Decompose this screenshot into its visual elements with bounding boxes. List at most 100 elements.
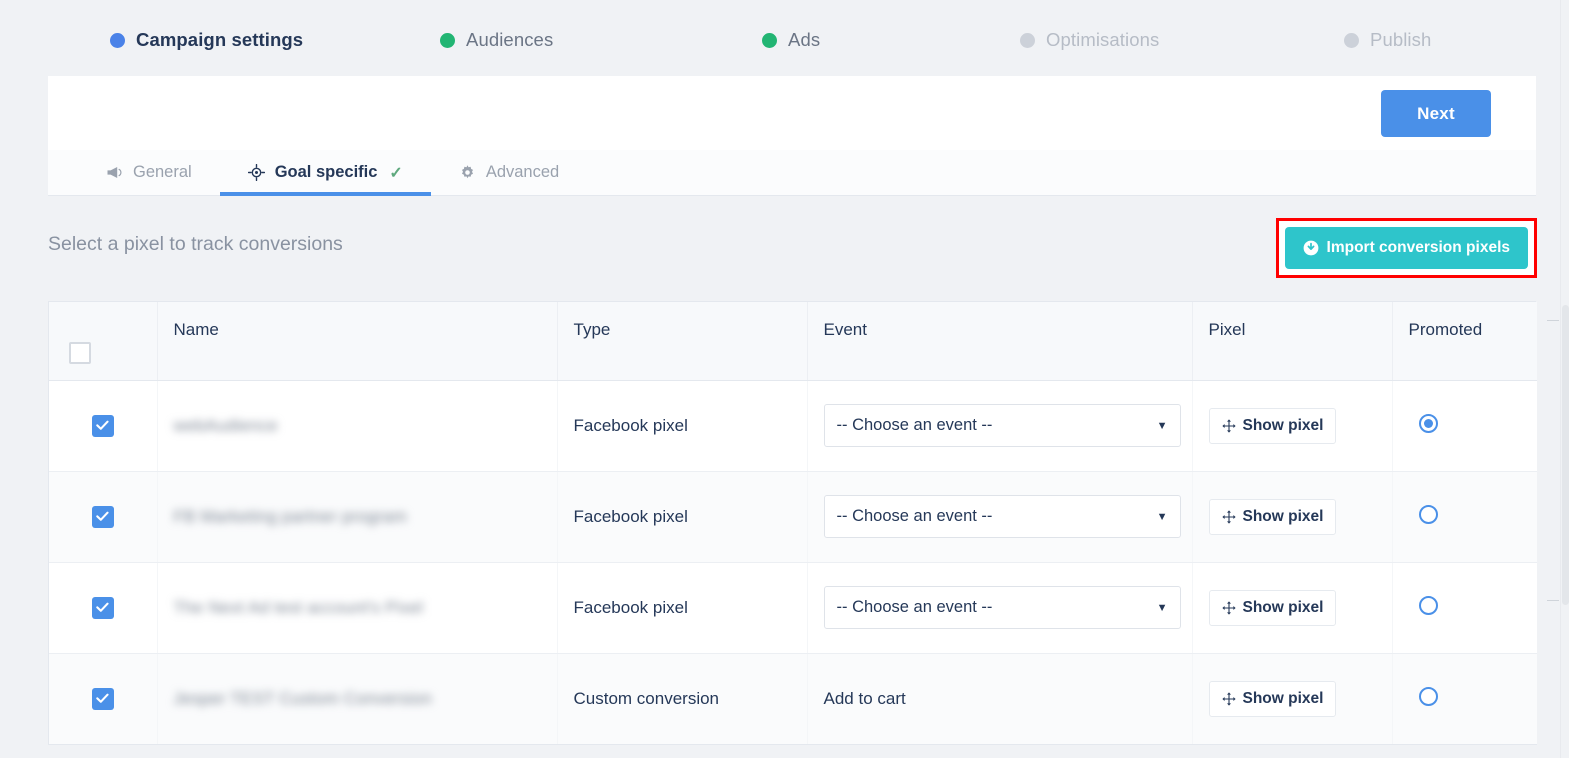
row-type-cell: Facebook pixel <box>557 380 807 471</box>
stepper-item-label: Optimisations <box>1046 29 1159 51</box>
show-pixel-button[interactable]: Show pixel <box>1209 499 1337 535</box>
table-row: FB Marketing partner program Facebook pix… <box>49 471 1537 562</box>
table-row: The Next Ad test account's Pixel Facebook… <box>49 562 1537 653</box>
header-select-all <box>49 302 157 380</box>
step-dot-icon <box>1020 33 1035 48</box>
tab-label: General <box>133 163 192 182</box>
header-name: Name <box>157 302 557 380</box>
row-checkbox[interactable] <box>92 688 114 710</box>
scrollbar-thumb[interactable] <box>1562 305 1569 605</box>
row-name-cell: The Next Ad test account's Pixel <box>157 562 557 653</box>
page-scrollbar[interactable] <box>1560 0 1569 758</box>
stepper-item-campaign-settings[interactable]: Campaign settings <box>110 29 303 51</box>
tab-label: Goal specific <box>275 163 378 182</box>
row-checkbox[interactable] <box>92 415 114 437</box>
page-title: Select a pixel to track conversions <box>48 233 343 256</box>
chevron-down-icon: ▼ <box>1157 602 1168 614</box>
pixel-name: FB Marketing partner program <box>174 507 407 527</box>
stepper-item-label: Ads <box>788 29 820 51</box>
stepper-item-optimisations[interactable]: Optimisations <box>1020 29 1159 51</box>
scroll-tick-upper <box>1547 320 1559 321</box>
import-button-label: Import conversion pixels <box>1327 239 1510 257</box>
show-pixel-button[interactable]: Show pixel <box>1209 681 1337 717</box>
row-pixel-cell: Show pixel <box>1192 471 1392 562</box>
header-event: Event <box>807 302 1192 380</box>
tab-label: Advanced <box>486 163 559 182</box>
pixel-name: webAudience <box>174 416 278 436</box>
header-type: Type <box>557 302 807 380</box>
tab-general[interactable]: General <box>78 150 220 195</box>
row-select-cell <box>49 562 157 653</box>
step-dot-icon <box>762 33 777 48</box>
row-event-cell: -- Choose an event --▼ <box>807 380 1192 471</box>
row-pixel-cell: Show pixel <box>1192 653 1392 744</box>
pixel-name: The Next Ad test account's Pixel <box>174 598 424 618</box>
row-event-cell: -- Choose an event -- ▼ <box>807 471 1192 562</box>
section-header: Select a pixel to track conversions Impo… <box>48 218 1536 290</box>
table-row: Jesper TEST Custom Conversion Custom conv… <box>49 653 1537 744</box>
row-name-cell: Jesper TEST Custom Conversion <box>157 653 557 744</box>
row-event-cell: -- Choose an event -- ▼ <box>807 562 1192 653</box>
pixels-table-container: Name Type Event Pixel Promoted webAudien… <box>48 301 1536 745</box>
row-name-cell: FB Marketing partner program <box>157 471 557 562</box>
row-checkbox[interactable] <box>92 506 114 528</box>
chevron-down-icon: ▼ <box>1157 511 1168 523</box>
row-promoted-cell <box>1392 562 1537 653</box>
step-dot-icon <box>1344 33 1359 48</box>
event-select-value: -- Choose an event -- <box>837 598 993 617</box>
promoted-radio[interactable] <box>1419 414 1438 433</box>
pixels-table: Name Type Event Pixel Promoted webAudien… <box>49 302 1537 745</box>
table-row: webAudience Facebook pixel -- Choose an ev… <box>49 380 1537 471</box>
header-promoted: Promoted <box>1392 302 1537 380</box>
event-select[interactable]: -- Choose an event -- ▼ <box>824 586 1181 629</box>
pixel-name: Jesper TEST Custom Conversion <box>174 689 432 709</box>
show-pixel-label: Show pixel <box>1243 417 1324 435</box>
move-arrows-icon <box>1222 692 1236 706</box>
card-topbar: Next <box>48 76 1536 150</box>
stepper-item-publish[interactable]: Publish <box>1344 29 1431 51</box>
megaphone-icon <box>106 165 123 180</box>
header-pixel: Pixel <box>1192 302 1392 380</box>
import-conversion-pixels-button[interactable]: Import conversion pixels <box>1285 227 1528 269</box>
row-promoted-cell <box>1392 380 1537 471</box>
promoted-radio[interactable] <box>1419 687 1438 706</box>
stepper-item-ads[interactable]: Ads <box>762 29 820 51</box>
stepper-item-label: Publish <box>1370 29 1431 51</box>
download-circle-icon <box>1303 240 1319 256</box>
progress-stepper: Campaign settings Audiences Ads Optimisatio… <box>0 0 1569 76</box>
import-highlight-box: Import conversion pixels <box>1276 218 1537 278</box>
select-all-checkbox[interactable] <box>69 342 91 364</box>
tab-advanced[interactable]: Advanced <box>431 150 587 195</box>
stepper-item-label: Campaign settings <box>136 29 303 51</box>
scroll-tick-lower <box>1547 600 1559 601</box>
row-pixel-cell: Show pixel <box>1192 562 1392 653</box>
move-arrows-icon <box>1222 601 1236 615</box>
row-checkbox[interactable] <box>92 597 114 619</box>
show-pixel-button[interactable]: Show pixel <box>1209 590 1337 626</box>
tab-goal-specific[interactable]: Goal specific ✓ <box>220 150 431 195</box>
stepper-item-audiences[interactable]: Audiences <box>440 29 553 51</box>
step-dot-icon <box>110 33 125 48</box>
row-type-cell: Custom conversion <box>557 653 807 744</box>
show-pixel-label: Show pixel <box>1243 690 1324 708</box>
table-header-row: Name Type Event Pixel Promoted <box>49 302 1537 380</box>
row-type-cell: Facebook pixel <box>557 471 807 562</box>
row-select-cell <box>49 653 157 744</box>
tab-complete-check-icon: ✓ <box>389 163 402 183</box>
show-pixel-label: Show pixel <box>1243 508 1324 526</box>
event-select[interactable]: -- Choose an event -- ▼ <box>824 495 1181 538</box>
next-button[interactable]: Next <box>1381 90 1491 137</box>
row-pixel-cell: Show pixel <box>1192 380 1392 471</box>
event-select[interactable]: -- Choose an event --▼ <box>824 404 1181 447</box>
promoted-radio[interactable] <box>1419 596 1438 615</box>
row-type-cell: Facebook pixel <box>557 562 807 653</box>
promoted-radio[interactable] <box>1419 505 1438 524</box>
row-select-cell <box>49 471 157 562</box>
step-dot-icon <box>440 33 455 48</box>
event-select-value: -- Choose an event -- <box>837 507 993 526</box>
chevron-down-icon: ▼ <box>1157 420 1168 432</box>
move-arrows-icon <box>1222 419 1236 433</box>
table-body: webAudience Facebook pixel -- Choose an ev… <box>49 380 1537 744</box>
row-name-cell: webAudience <box>157 380 557 471</box>
show-pixel-button[interactable]: Show pixel <box>1209 408 1337 444</box>
